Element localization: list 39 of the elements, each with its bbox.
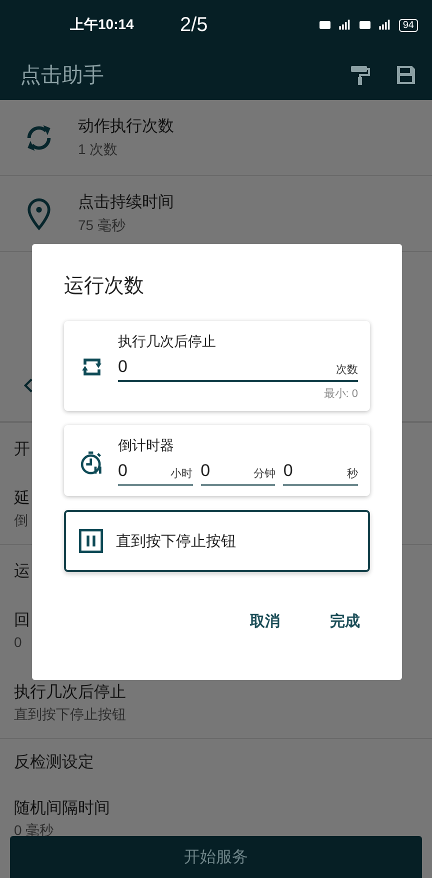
dialog-title: 运行次数 xyxy=(64,274,144,299)
section-header: 运 xyxy=(14,562,30,582)
paint-roller-icon[interactable] xyxy=(348,63,372,87)
setting-title: 回 xyxy=(14,611,30,631)
setting-title: 动作执行次数 xyxy=(78,116,174,137)
setting-value: 1 次数 xyxy=(78,141,119,159)
setting-value: 75 毫秒 xyxy=(78,217,126,235)
section-header: 开 xyxy=(14,440,30,460)
hint-text: 最小: 0 xyxy=(324,387,358,401)
hd-icon xyxy=(318,19,331,31)
dialog-button[interactable]: 取消 xyxy=(240,604,290,639)
app-title: 点击助手 xyxy=(20,63,105,89)
hd-icon xyxy=(358,19,371,31)
setting-value: 直到按下停止按钮 xyxy=(14,706,126,724)
setting-title: 随机间隔时间 xyxy=(14,798,110,819)
chevron-icon xyxy=(24,378,33,393)
option-label: 执行几次后停止 xyxy=(118,333,216,351)
setting-title: 点击持续时间 xyxy=(78,192,174,213)
section-header: 反检测设定 xyxy=(14,752,94,773)
setting-title: 延 xyxy=(14,489,30,509)
number-field[interactable]: 0 次数 xyxy=(118,355,358,382)
number-field[interactable]: 0 分钟 xyxy=(200,459,276,486)
number-field[interactable]: 0 秒 xyxy=(283,459,358,486)
setting-value: 倒 xyxy=(14,512,28,530)
pause-icon xyxy=(78,528,104,554)
setting-value: 0 xyxy=(14,634,22,650)
option-label: 倒计时器 xyxy=(118,437,174,455)
dialog-button[interactable]: 完成 xyxy=(320,604,370,639)
setting-title: 执行几次后停止 xyxy=(14,682,126,703)
option-card[interactable]: 执行几次后停止 0 次数 最小: 0 xyxy=(64,321,370,411)
option-label: 直到按下停止按钮 xyxy=(116,532,236,550)
option-card[interactable]: 直到按下停止按钮 xyxy=(64,510,370,572)
start-service-button[interactable]: 开始服务 xyxy=(10,836,422,878)
status-time: 上午10:14 xyxy=(70,16,135,34)
option-card[interactable]: 倒计时器 0 小时 0 分钟 0 秒 xyxy=(64,425,370,496)
battery-icon: 94 xyxy=(398,18,418,32)
save-icon[interactable] xyxy=(394,63,418,87)
number-field[interactable]: 0 小时 xyxy=(118,459,193,486)
page-counter: 2/5 xyxy=(180,14,209,36)
